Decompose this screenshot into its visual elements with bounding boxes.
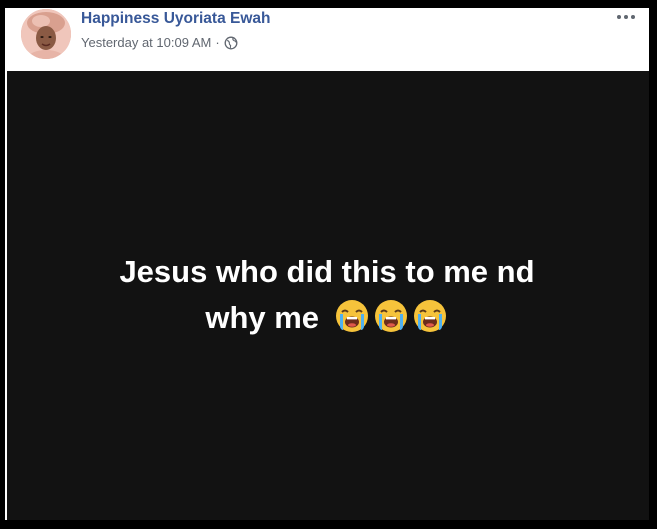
loudly-crying-face-icon: [335, 300, 368, 332]
post-card: Happiness Uyoriata Ewah Yesterday at 10:…: [5, 8, 649, 520]
loudly-crying-face-icon: [374, 300, 407, 332]
avatar-image: [21, 9, 71, 59]
more-options-icon[interactable]: [613, 8, 639, 26]
dot: [631, 15, 635, 19]
post-text-line-1: Jesus who did this to me nd: [119, 254, 535, 289]
emoji-row: [332, 297, 449, 335]
avatar[interactable]: [21, 9, 71, 59]
loudly-crying-face-icon: [413, 300, 446, 332]
dot: [617, 15, 621, 19]
dot: [624, 15, 628, 19]
globe-icon[interactable]: [224, 36, 238, 50]
divider: [5, 71, 7, 520]
post-text-line-2-row: why me: [45, 295, 609, 341]
post-body: Jesus who did this to me nd why me: [5, 71, 649, 520]
meta-separator: ·: [215, 35, 220, 50]
post-text: Jesus who did this to me nd why me: [45, 249, 609, 341]
post-header: Happiness Uyoriata Ewah Yesterday at 10:…: [5, 8, 649, 71]
author-name[interactable]: Happiness Uyoriata Ewah: [81, 10, 271, 28]
post-meta: Yesterday at 10:09 AM ·: [81, 35, 238, 50]
post-timestamp[interactable]: Yesterday at 10:09 AM: [81, 35, 211, 50]
post-text-line-2: why me: [205, 300, 320, 335]
